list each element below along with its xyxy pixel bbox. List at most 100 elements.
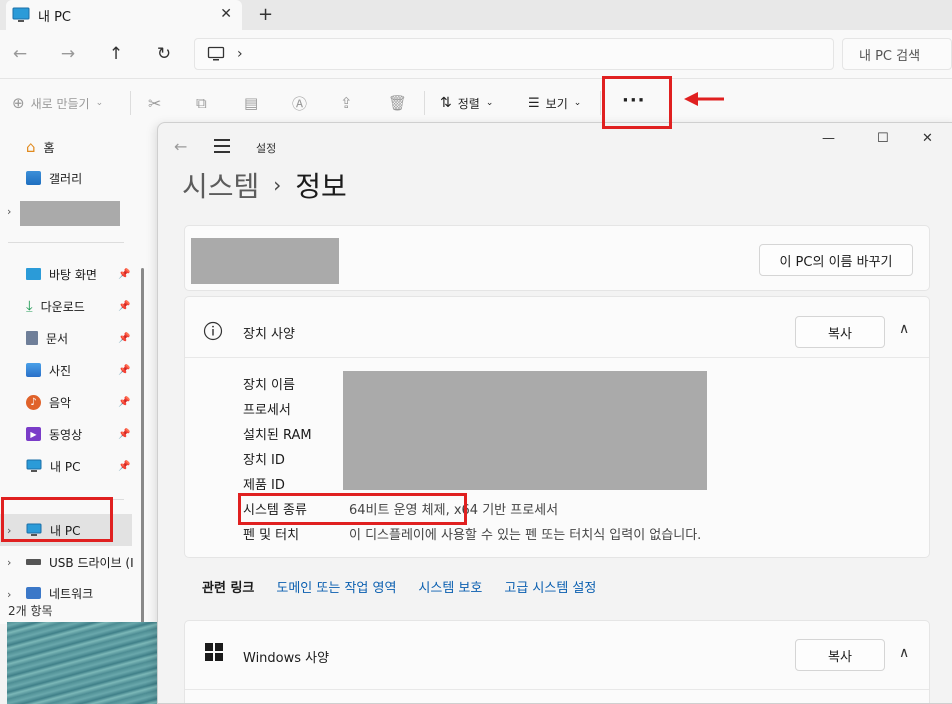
chevron-right-icon: › (273, 173, 282, 197)
spec-label: 장치 이름 (243, 378, 295, 393)
divider (600, 91, 601, 115)
highlight-box-system-type (238, 493, 467, 525)
chevron-up-icon[interactable]: ∧ (899, 645, 909, 661)
desktop-icon (26, 268, 41, 280)
sidebar-item-gallery[interactable]: 갤러리 (26, 164, 82, 192)
link-advanced-system-settings[interactable]: 고급 시스템 설정 (504, 577, 596, 596)
close-tab-icon[interactable]: ✕ (220, 6, 232, 22)
download-icon: ⤓ (26, 297, 33, 315)
minimize-icon[interactable]: — (822, 131, 835, 146)
expand-chevron-icon[interactable]: › (7, 556, 11, 569)
sidebar-item-documents[interactable]: 문서 (26, 324, 68, 352)
sidebar-item-usb[interactable]: USB 드라이브 (I (26, 548, 158, 576)
chevron-down-icon: ⌄ (573, 98, 582, 108)
copy-icon[interactable]: ⧉ (196, 79, 207, 127)
sidebar-item-my-pc-pinned[interactable]: 내 PC (26, 452, 80, 480)
paste-icon[interactable]: ▤ (244, 79, 258, 127)
tab-title: 내 PC (38, 9, 72, 25)
device-specs-title: 장치 사양 (243, 327, 295, 342)
pin-icon[interactable]: 📌 (118, 333, 130, 344)
chevron-up-icon[interactable]: ∧ (899, 321, 909, 337)
sidebar-item-home[interactable]: ⌂ 홈 (26, 133, 55, 161)
redacted-block (20, 201, 120, 226)
monitor-icon (26, 459, 42, 472)
gallery-icon (26, 171, 41, 185)
back-arrow-icon[interactable]: ← (8, 42, 32, 66)
sidebar-item-desktop[interactable]: 바탕 화면 (26, 260, 97, 288)
up-arrow-icon[interactable]: ↑ (104, 42, 128, 66)
pin-icon[interactable]: 📌 (118, 269, 130, 280)
spec-label: 프로세서 (243, 403, 291, 418)
spec-value: 이 디스플레이에 사용할 수 있는 펜 또는 터치식 입력이 없습니다. (349, 528, 702, 543)
chevron-down-icon: ⌄ (95, 98, 104, 108)
divider (130, 91, 131, 115)
sidebar-item-videos[interactable]: ▶ 동영상 (26, 420, 82, 448)
rename-pc-button[interactable]: 이 PC의 이름 바꾸기 (759, 244, 913, 276)
page-title: 시스템 › 정보 (182, 165, 347, 205)
share-icon[interactable]: ⇪ (340, 79, 353, 127)
delete-icon[interactable]: 🗑 (388, 79, 407, 127)
spec-row: 장치 이름 (243, 371, 349, 396)
refresh-icon[interactable]: ↻ (152, 42, 176, 66)
pin-icon[interactable]: 📌 (118, 301, 130, 312)
sort-button[interactable]: ⇅ 정렬 ⌄ (440, 79, 493, 127)
sort-icon: ⇅ (440, 95, 452, 111)
sidebar-item-music[interactable]: ♪ 음악 (26, 388, 71, 416)
tab-my-pc[interactable]: 내 PC ✕ (6, 0, 242, 30)
new-tab-button[interactable]: + (258, 4, 273, 25)
pin-icon[interactable]: 📌 (118, 365, 130, 376)
chevron-down-icon: ⌄ (485, 98, 494, 108)
view-button[interactable]: ☰ 보기 ⌄ (528, 79, 581, 127)
address-bar[interactable]: › (194, 38, 834, 70)
view-label: 보기 (545, 96, 568, 111)
divider (424, 91, 425, 115)
usb-drive-icon (26, 559, 41, 565)
back-arrow-icon[interactable]: ← (174, 137, 187, 156)
sidebar-item-downloads[interactable]: ⤓ 다운로드 (26, 292, 85, 320)
expand-chevron-icon[interactable]: › (7, 588, 11, 601)
breadcrumb-system[interactable]: 시스템 (182, 165, 259, 205)
divider (185, 357, 929, 358)
sidebar-scrollbar[interactable] (141, 268, 144, 652)
pc-name-card: 이 PC의 이름 바꾸기 (184, 225, 930, 291)
network-icon (26, 587, 41, 599)
rename-icon[interactable]: Ⓐ (292, 79, 307, 127)
cut-icon[interactable]: ✂ (148, 79, 161, 127)
related-links: 관련 링크 도메인 또는 작업 영역 시스템 보호 고급 시스템 설정 (184, 561, 930, 611)
spec-label: 설치된 RAM (243, 428, 312, 443)
related-links-label: 관련 링크 (202, 580, 255, 596)
copy-label: 복사 (828, 649, 852, 665)
sidebar-item-label: 네트워크 (49, 586, 94, 601)
sidebar-item-label: 음악 (49, 395, 72, 410)
link-domain-workgroup[interactable]: 도메인 또는 작업 영역 (276, 577, 396, 596)
spec-row: 프로세서 (243, 396, 349, 421)
pin-icon[interactable]: 📌 (118, 461, 130, 472)
divider (185, 689, 929, 690)
sidebar-item-label: 내 PC (50, 459, 81, 474)
new-button-label: 새로 만들기 (30, 96, 90, 111)
search-input[interactable]: 내 PC 검색 (842, 38, 952, 70)
hamburger-menu-icon[interactable] (214, 139, 230, 157)
close-icon[interactable]: ✕ (922, 131, 933, 146)
sidebar-item-label: 갤러리 (49, 171, 83, 186)
spec-label: 펜 및 터치 (243, 528, 300, 543)
windows-logo-icon (205, 643, 223, 661)
copy-device-specs-button[interactable]: 복사 (795, 316, 885, 348)
pin-icon[interactable]: 📌 (118, 397, 130, 408)
sidebar-item-pictures[interactable]: 사진 (26, 356, 71, 384)
maximize-icon[interactable]: ☐ (877, 131, 889, 146)
app-title: 설정 (256, 142, 277, 155)
link-system-protection[interactable]: 시스템 보호 (418, 577, 482, 596)
chevron-right-icon[interactable]: › (237, 46, 243, 62)
copy-windows-specs-button[interactable]: 복사 (795, 639, 885, 671)
divider (8, 242, 124, 243)
expand-chevron-icon[interactable]: › (7, 205, 11, 218)
pin-icon[interactable]: 📌 (118, 429, 130, 440)
settings-titlebar: ← 설정 — ☐ ✕ (158, 123, 952, 171)
forward-arrow-icon[interactable]: → (56, 42, 80, 66)
address-row: ← → ↑ ↻ › 내 PC 검색 (0, 30, 952, 78)
highlight-box-my-pc (1, 497, 113, 542)
new-button[interactable]: ⊕ 새로 만들기 ⌄ (12, 79, 103, 127)
windows-specs-title: Windows 사양 (243, 651, 330, 666)
command-bar: ⊕ 새로 만들기 ⌄ ✂ ⧉ ▤ Ⓐ ⇪ 🗑 ⇅ 정렬 ⌄ ☰ 보기 ⌄ (0, 78, 952, 126)
